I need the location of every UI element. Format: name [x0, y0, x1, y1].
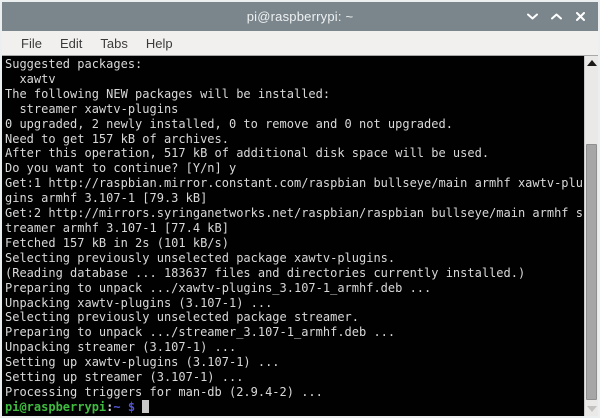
terminal-line: streamer xawtv-plugins: [5, 102, 584, 117]
scroll-down-icon[interactable]: [587, 406, 597, 412]
scrollbar[interactable]: [584, 56, 598, 416]
minimize-button[interactable]: [524, 9, 540, 25]
terminal-line: Processing triggers for man-db (2.9.4-2)…: [5, 385, 584, 400]
terminal-line: The following NEW packages will be insta…: [5, 87, 584, 102]
scroll-up-icon[interactable]: [587, 60, 597, 66]
menubar: File Edit Tabs Help: [2, 31, 598, 56]
terminal-line: Suggested packages:: [5, 57, 584, 72]
prompt-user-host: pi@raspberrypi: [5, 400, 106, 414]
chevron-down-icon: [527, 13, 538, 20]
terminal-line: Setting up xawtv-plugins (3.107-1) ...: [5, 355, 584, 370]
prompt-path: ~: [113, 400, 120, 414]
terminal-line: Need to get 157 kB of archives.: [5, 132, 584, 147]
terminal-output[interactable]: Suggested packages: xawtv The following …: [2, 56, 584, 416]
titlebar[interactable]: pi@raspberrypi: ~: [2, 2, 598, 31]
terminal-line: Get:2 http://mirrors.syringanetworks.net…: [5, 206, 584, 221]
terminal-line: 0 upgraded, 2 newly installed, 0 to remo…: [5, 117, 584, 132]
terminal-line: Preparing to unpack .../xawtv-plugins_3.…: [5, 281, 584, 296]
terminal-line: Get:1 http://raspbian.mirror.constant.co…: [5, 176, 584, 191]
text-cursor: [142, 400, 149, 413]
menu-help[interactable]: Help: [137, 33, 182, 54]
terminal-line: xawtv: [5, 72, 584, 87]
shell-prompt: pi@raspberrypi:~ $: [5, 400, 584, 415]
prompt-symbol: $: [121, 400, 135, 414]
close-button[interactable]: [572, 9, 588, 25]
chevron-up-icon: [551, 13, 562, 20]
menu-tabs[interactable]: Tabs: [91, 33, 136, 54]
terminal-window: pi@raspberrypi: ~ File Edit Tabs Help Su…: [0, 0, 600, 418]
terminal-line: After this operation, 517 kB of addition…: [5, 146, 584, 161]
terminal-line: Selecting previously unselected package …: [5, 310, 584, 325]
terminal-line: Selecting previously unselected package …: [5, 251, 584, 266]
terminal-line: Do you want to continue? [Y/n] y: [5, 161, 584, 176]
terminal-line: Setting up streamer (3.107-1) ...: [5, 370, 584, 385]
window-controls: [524, 2, 588, 31]
terminal-line: (Reading database ... 183637 files and d…: [5, 266, 584, 281]
scrollbar-thumb[interactable]: [586, 144, 597, 400]
terminal-line: Unpacking streamer (3.107-1) ...: [5, 340, 584, 355]
terminal-line: Preparing to unpack .../streamer_3.107-1…: [5, 325, 584, 340]
terminal-line: Fetched 157 kB in 2s (101 kB/s): [5, 236, 584, 251]
menu-file[interactable]: File: [12, 33, 51, 54]
terminal-line: gins armhf 3.107-1 [79.3 kB]: [5, 191, 584, 206]
window-title: pi@raspberrypi: ~: [2, 9, 598, 24]
menu-edit[interactable]: Edit: [51, 33, 91, 54]
maximize-button[interactable]: [548, 9, 564, 25]
terminal-area: Suggested packages: xawtv The following …: [2, 56, 598, 416]
terminal-line: Unpacking xawtv-plugins (3.107-1) ...: [5, 296, 584, 311]
close-icon: [576, 12, 585, 21]
terminal-line: treamer armhf 3.107-1 [77.4 kB]: [5, 221, 584, 236]
